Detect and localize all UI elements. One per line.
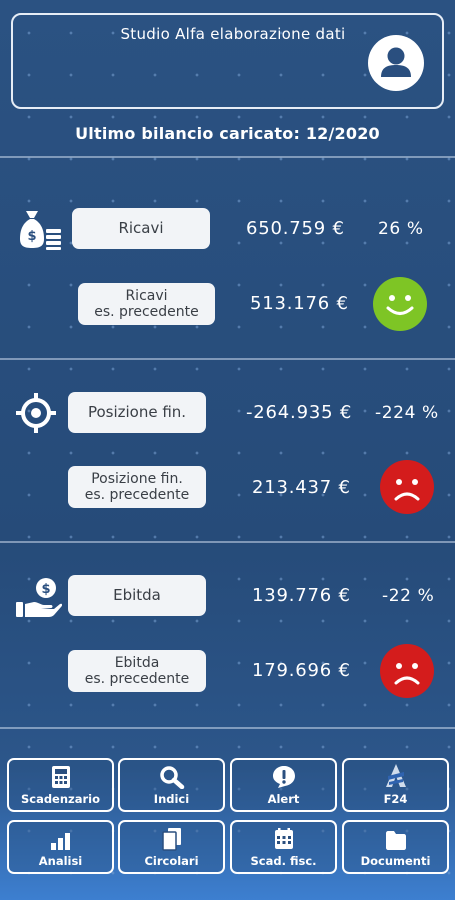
ebitda-prev-label-2: es. precedente <box>84 671 190 687</box>
divider <box>0 727 455 729</box>
target-icon <box>14 391 62 435</box>
nav-analisi-button[interactable]: Analisi <box>7 820 114 874</box>
ebitda-value: 139.776 € <box>252 585 351 606</box>
calendar-icon <box>274 828 293 849</box>
hand-money-icon: $ <box>14 575 63 619</box>
bottom-navigation: Scadenzario Indici Alert F24 Analisi Cir… <box>0 730 455 900</box>
posizione-fin-button[interactable]: Posizione fin. <box>68 392 206 433</box>
posizione-fin-prev-button[interactable]: Posizione fin. es. precedente <box>68 466 206 508</box>
calculator-icon <box>51 766 70 788</box>
nav-f24-button[interactable]: F24 <box>342 758 449 812</box>
nav-circolari-label: Circolari <box>144 854 199 868</box>
bar-chart-icon <box>50 833 70 850</box>
folder-icon <box>385 831 406 850</box>
ebitda-prev-value: 179.696 € <box>252 660 351 681</box>
happy-face-icon <box>373 277 427 331</box>
documents-icon <box>161 828 181 851</box>
f24-logo-icon <box>385 764 406 787</box>
nav-alert-button[interactable]: Alert <box>230 758 337 812</box>
user-icon[interactable] <box>368 35 424 91</box>
nav-scad-fisc-label: Scad. fisc. <box>250 854 317 868</box>
posizione-fin-prev-label-1: Posizione fin. <box>91 471 183 487</box>
divider <box>0 358 455 360</box>
studio-name: Studio Alfa elaborazione dati <box>120 25 346 43</box>
posizione-fin-percent: -224 % <box>375 403 439 423</box>
ebitda-percent: -22 % <box>382 586 435 606</box>
money-bag-icon: $ <box>16 207 64 251</box>
ebitda-prev-button[interactable]: Ebitda es. precedente <box>68 650 206 692</box>
nav-documenti-label: Documenti <box>360 854 431 868</box>
ricavi-prev-label-1: Ricavi <box>125 288 168 304</box>
nav-analisi-label: Analisi <box>38 854 83 868</box>
ebitda-button[interactable]: Ebitda <box>68 575 206 616</box>
ricavi-percent: 26 % <box>378 219 424 239</box>
header-card: Studio Alfa elaborazione dati <box>11 13 444 109</box>
nav-f24-label: F24 <box>383 792 408 806</box>
posizione-fin-value: -264.935 € <box>246 402 353 423</box>
ricavi-prev-label-2: es. precedente <box>94 304 199 320</box>
posizione-fin-prev-value: 213.437 € <box>252 477 351 498</box>
ricavi-value: 650.759 € <box>246 218 345 239</box>
nav-scadenzario-label: Scadenzario <box>20 792 101 806</box>
nav-circolari-button[interactable]: Circolari <box>118 820 225 874</box>
ricavi-button[interactable]: Ricavi <box>72 208 210 249</box>
svg-text:$: $ <box>27 229 36 244</box>
ricavi-prev-value: 513.176 € <box>250 293 349 314</box>
alert-icon <box>272 766 295 788</box>
sad-face-icon <box>380 460 434 514</box>
divider <box>0 156 455 158</box>
svg-text:$: $ <box>41 582 50 597</box>
ebitda-prev-label-1: Ebitda <box>114 655 160 671</box>
nav-alert-label: Alert <box>267 792 300 806</box>
nav-documenti-button[interactable]: Documenti <box>342 820 449 874</box>
nav-scadenzario-button[interactable]: Scadenzario <box>7 758 114 812</box>
divider <box>0 541 455 543</box>
posizione-fin-prev-label-2: es. precedente <box>84 487 190 503</box>
nav-indici-button[interactable]: Indici <box>118 758 225 812</box>
nav-scad-fisc-button[interactable]: Scad. fisc. <box>230 820 337 874</box>
magnifier-icon <box>159 766 184 789</box>
last-balance-label: Ultimo bilancio caricato: 12/2020 <box>75 124 380 143</box>
nav-indici-label: Indici <box>153 792 190 806</box>
sad-face-icon <box>380 644 434 698</box>
ricavi-prev-button[interactable]: Ricavi es. precedente <box>78 283 215 325</box>
